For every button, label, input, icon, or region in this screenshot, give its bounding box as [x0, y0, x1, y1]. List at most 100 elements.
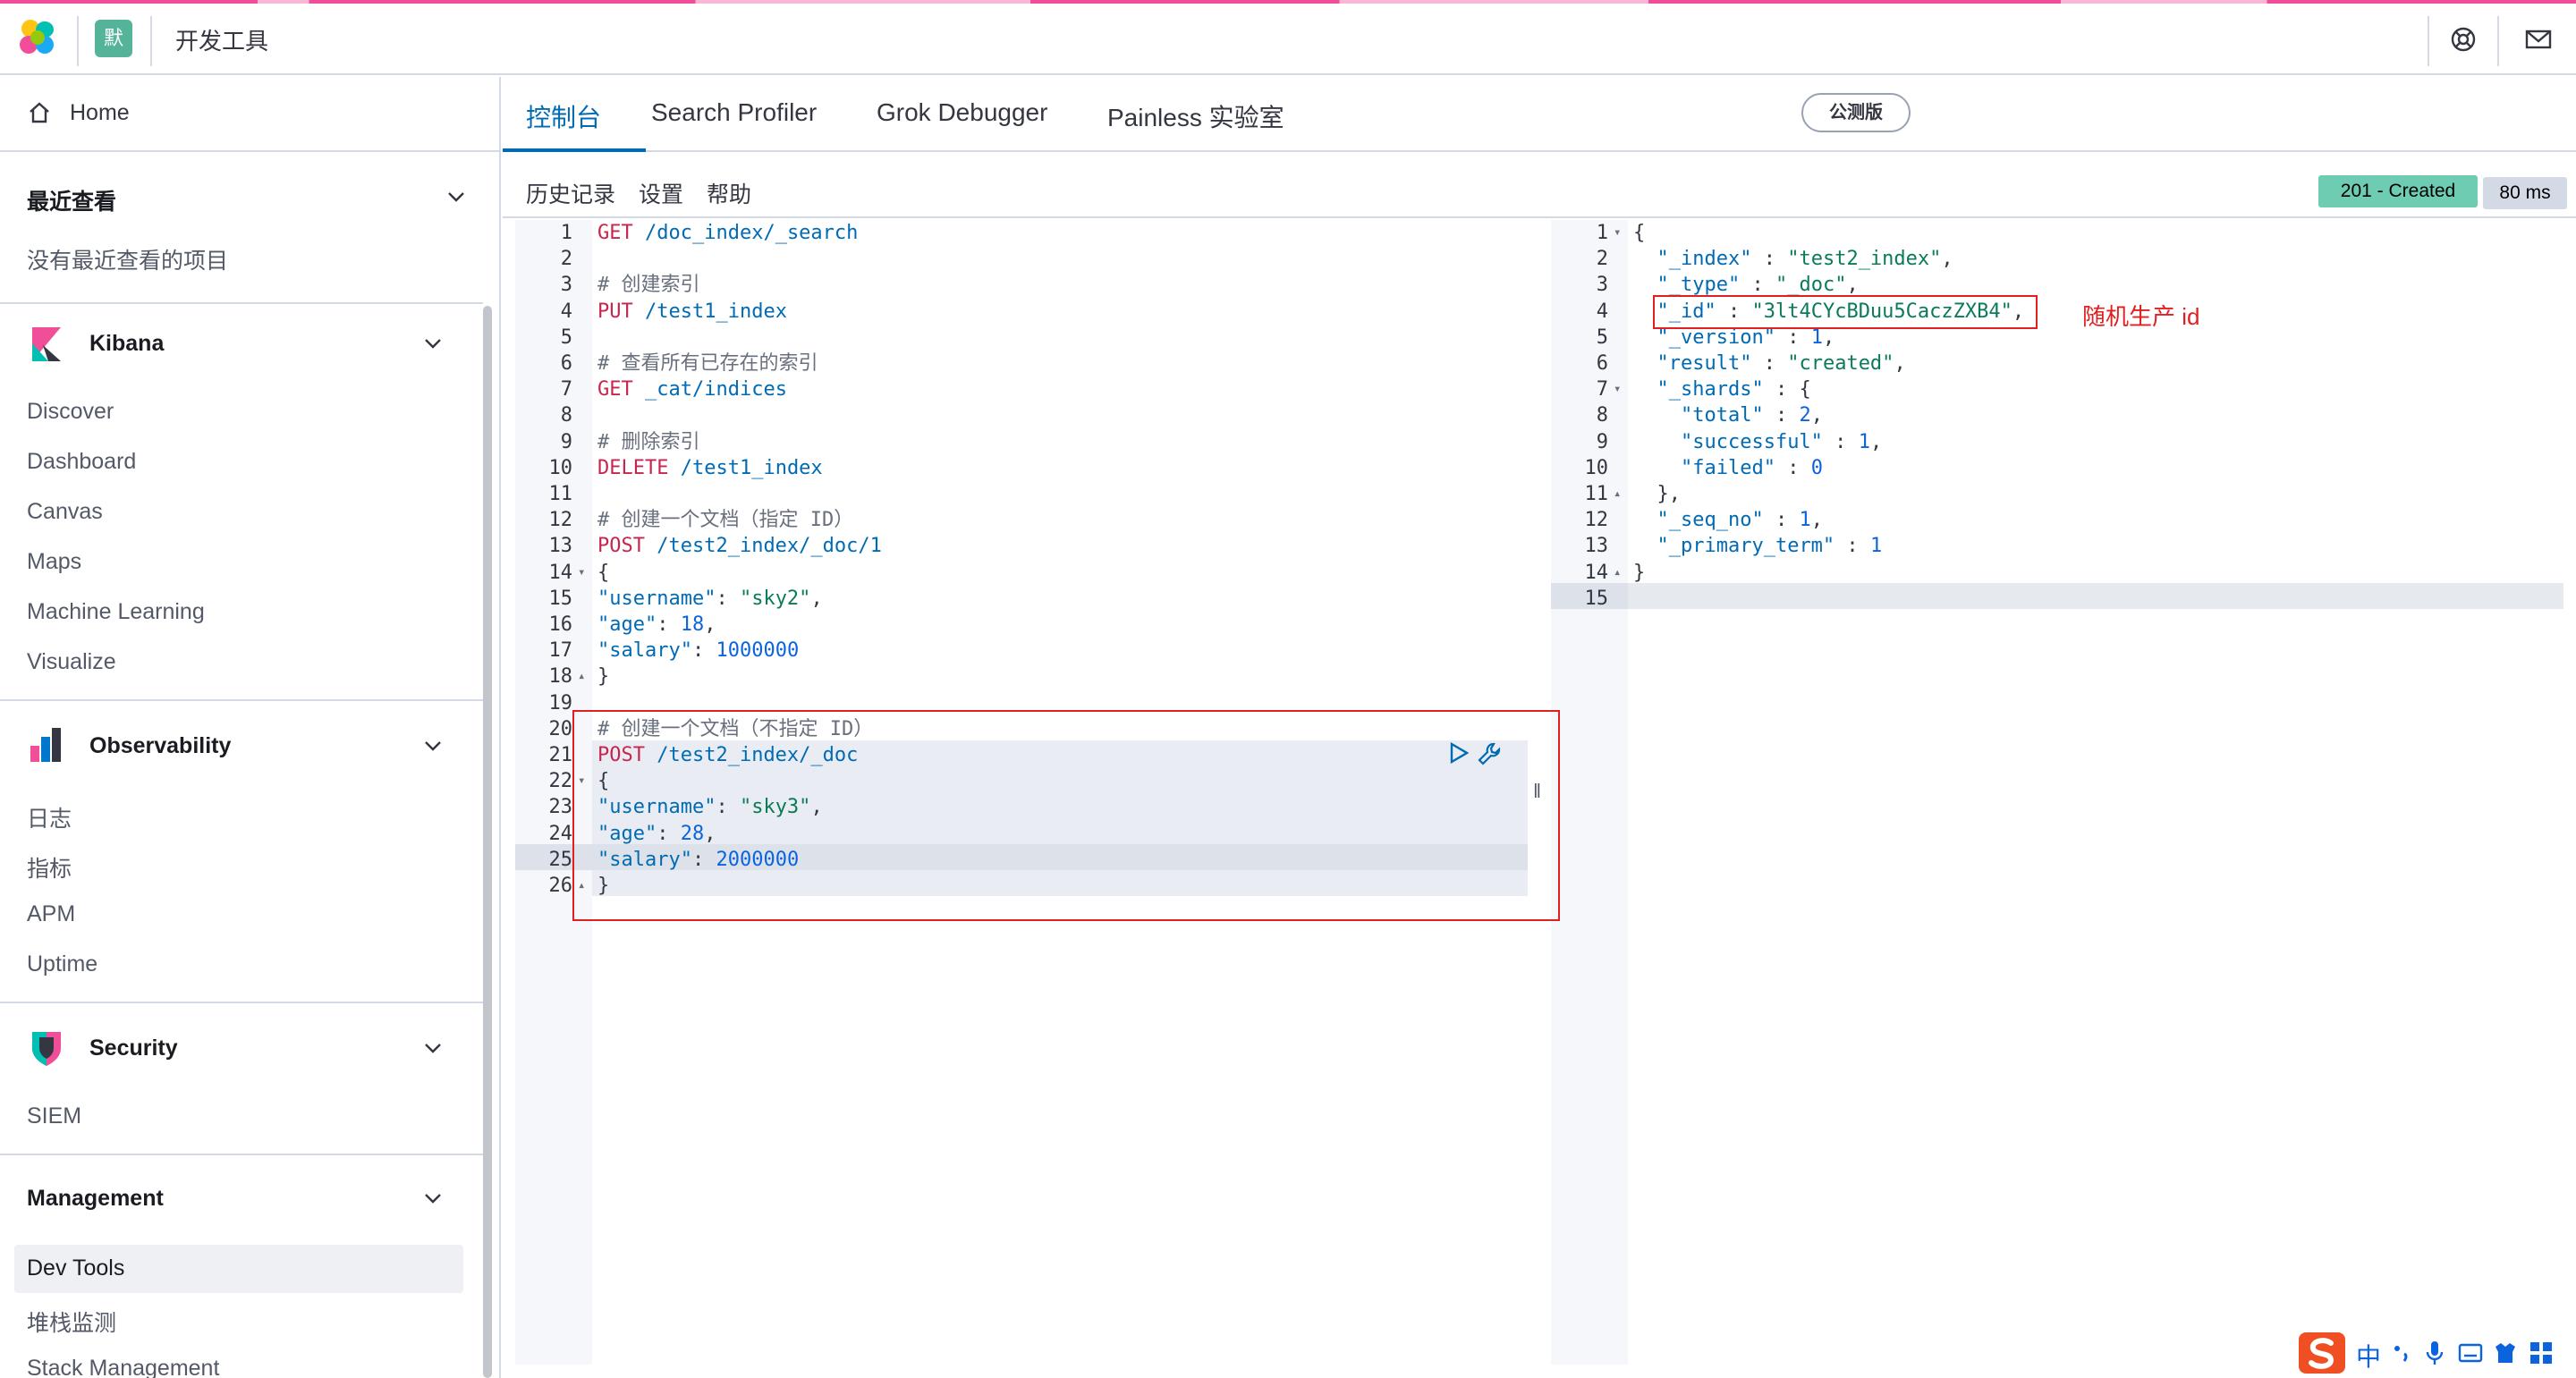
group-security[interactable]: Security	[89, 1036, 178, 1061]
nav-maps[interactable]: Maps	[27, 549, 81, 575]
response-line: 2 "_index" : "test2_index",	[1551, 246, 2563, 272]
line-number: 21	[548, 744, 573, 766]
elastic-logo-icon[interactable]	[18, 18, 57, 57]
history-link[interactable]: 历史记录	[526, 177, 615, 209]
fold-icon[interactable]: ▾	[1614, 220, 1621, 246]
line-number: 6	[560, 352, 572, 375]
line-number: 16	[548, 613, 573, 636]
line-number: 11	[548, 483, 573, 505]
nav-canvas[interactable]: Canvas	[27, 499, 103, 525]
line-number: 4	[560, 300, 572, 323]
response-editor: 1 ▾{2 "_index" : "test2_index", 3 "_type" …	[1551, 220, 2563, 1365]
request-line: 3 # 创建索引	[515, 272, 1528, 298]
help-link[interactable]: 帮助	[707, 177, 751, 209]
skin-icon[interactable]	[2492, 1340, 2519, 1366]
punctuation-icon[interactable]	[2392, 1343, 2411, 1363]
recent-title[interactable]: 最近查看	[27, 184, 116, 216]
code-text: },	[1657, 483, 1682, 505]
nav-apm[interactable]: APM	[27, 901, 75, 927]
home-icon	[30, 102, 49, 123]
beta-badge: 公测版	[1801, 93, 1911, 132]
code-text: GET /doc_index/_search	[597, 222, 859, 244]
request-line: 1 GET /doc_index/_search	[515, 220, 1528, 246]
code-text: POST /test2_index/_doc/1	[597, 535, 882, 558]
space-avatar[interactable]: 默	[95, 20, 132, 57]
response-line: 7 ▾ "_shards" : {	[1551, 376, 2563, 402]
fold-icon[interactable]: ▴	[1614, 560, 1621, 586]
line-number: 7	[1596, 378, 1608, 402]
code-text: "age": 18,	[597, 613, 716, 636]
recent-empty: 没有最近查看的项目	[27, 249, 229, 274]
line-number: 22	[548, 770, 573, 793]
fold-icon[interactable]: ▾	[1614, 376, 1621, 402]
tab-search-profiler[interactable]: Search Profiler	[651, 98, 817, 127]
ime-toolbar: 中	[2297, 1331, 2576, 1375]
nav-siem[interactable]: SIEM	[27, 1103, 81, 1129]
nav-uptime[interactable]: Uptime	[27, 951, 97, 977]
chevron-down-icon[interactable]	[422, 735, 444, 757]
code-text: DELETE /test1_index	[597, 456, 823, 479]
line-number: 4	[1596, 300, 1608, 323]
request-line: 6 # 查看所有已存在的索引	[515, 351, 1528, 376]
nav-dev-tools[interactable]: Dev Tools	[27, 1255, 124, 1281]
tab-console[interactable]: 控制台	[526, 98, 601, 134]
keyboard-icon[interactable]	[2458, 1341, 2483, 1365]
fold-icon[interactable]: ▴	[1614, 481, 1621, 507]
settings-link[interactable]: 设置	[639, 177, 683, 209]
help-icon[interactable]	[2449, 25, 2478, 54]
line-number: 8	[1596, 404, 1608, 427]
ime-language[interactable]: 中	[2356, 1338, 2381, 1374]
code-text: "_shards" : {	[1657, 378, 1811, 402]
sogou-logo-icon[interactable]	[2297, 1331, 2347, 1375]
nav-stack-monitoring[interactable]: 堆栈监测	[27, 1306, 116, 1338]
nav-stack-management[interactable]: Stack Management	[27, 1356, 219, 1378]
code-text: {	[1633, 222, 1646, 244]
code-text: PUT /test1_index	[597, 300, 787, 323]
nav-home[interactable]: Home	[0, 77, 499, 152]
chevron-down-icon[interactable]	[422, 333, 444, 354]
top-header: 默 开发工具	[0, 4, 2576, 75]
nav-discover[interactable]: Discover	[27, 399, 114, 425]
security-logo-icon	[32, 1032, 61, 1066]
nav-machine-learning[interactable]: Machine Learning	[27, 599, 205, 625]
chevron-down-icon[interactable]	[422, 1188, 444, 1209]
nav-dashboard[interactable]: Dashboard	[27, 449, 136, 475]
tab-painless-lab[interactable]: Painless 实验室	[1107, 98, 1284, 134]
devtools-tabs: 控制台 Search Profiler Grok Debugger Painle…	[503, 77, 2576, 152]
annotation-label: 随机生产 id	[2082, 303, 2200, 330]
microphone-icon[interactable]	[2426, 1340, 2444, 1366]
mail-icon[interactable]	[2524, 25, 2553, 54]
line-number: 1	[560, 222, 572, 244]
response-line: 14 ▴}	[1551, 560, 2563, 586]
toolbox-icon[interactable]	[2528, 1340, 2555, 1366]
request-line: 12 # 创建一个文档（指定 ID）	[515, 507, 1528, 533]
nav-metrics[interactable]: 指标	[27, 851, 72, 883]
group-observability[interactable]: Observability	[89, 733, 231, 759]
tab-grok-debugger[interactable]: Grok Debugger	[877, 98, 1047, 127]
group-kibana[interactable]: Kibana	[89, 331, 164, 357]
chevron-down-icon[interactable]	[422, 1037, 444, 1059]
line-number: 9	[1596, 430, 1608, 453]
code-text: "successful" : 1,	[1680, 430, 1883, 453]
annotation-box-request	[572, 710, 1560, 921]
line-number: 5	[560, 325, 572, 349]
line-number: 2	[560, 248, 572, 271]
code-text: {	[597, 561, 610, 584]
nav-logs[interactable]: 日志	[27, 801, 72, 833]
chevron-down-icon[interactable]	[445, 186, 467, 207]
request-line: 9 # 删除索引	[515, 429, 1528, 455]
line-number: 6	[1596, 352, 1608, 375]
line-number: 11	[1584, 483, 1609, 505]
nav-visualize[interactable]: Visualize	[27, 649, 116, 675]
request-line: 18 ▴}	[515, 664, 1528, 689]
response-line: 1 ▾ {	[1551, 220, 2563, 246]
fold-icon[interactable]: ▾	[578, 560, 585, 586]
kibana-logo-icon	[32, 327, 61, 361]
line-number: 1	[1596, 222, 1608, 244]
line-number: 10	[548, 456, 573, 479]
request-line: 11	[515, 481, 1528, 507]
fold-icon[interactable]: ▴	[578, 664, 585, 689]
annotation-box-id	[1653, 295, 2038, 329]
sidebar-scrollbar[interactable]	[483, 306, 492, 1378]
group-management[interactable]: Management	[27, 1186, 164, 1212]
